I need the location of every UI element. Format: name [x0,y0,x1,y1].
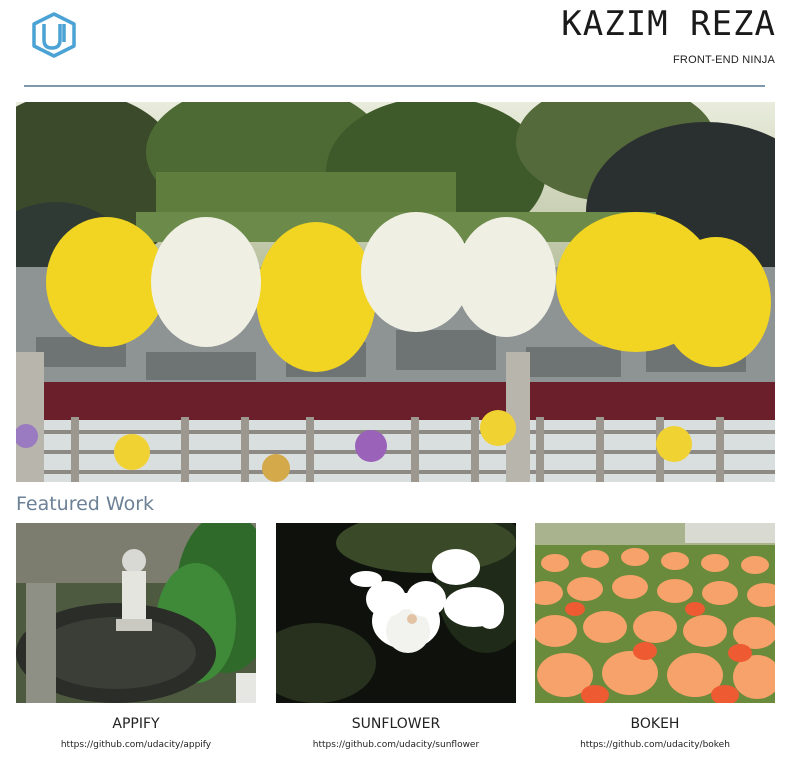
white-orchid-image[interactable] [276,523,516,703]
flower-garden-hero-image [16,102,775,482]
featured-work-heading: Featured Work [16,493,155,515]
udacity-logo-icon[interactable] [30,12,78,58]
project-title: BOKEH [630,716,680,732]
fountain-statue-image[interactable] [16,523,256,703]
project-card-appify: APPIFY https://github.com/udacity/appify [16,523,256,750]
site-owner-name: KAZIM REZA [561,4,776,44]
header-divider [24,85,765,87]
project-card-bokeh: BOKEH https://github.com/udacity/bokeh [535,523,775,750]
project-link[interactable]: https://github.com/udacity/appify [16,740,256,750]
project-link[interactable]: https://github.com/udacity/bokeh [535,740,775,750]
project-link[interactable]: https://github.com/udacity/sunflower [276,740,516,750]
project-title: APPIFY [112,716,160,732]
tulip-field-image[interactable] [535,523,775,703]
site-owner-subtitle: FRONT-END NINJA [673,54,775,66]
project-title: SUNFLOWER [351,716,441,732]
project-card-sunflower: SUNFLOWER https://github.com/udacity/sun… [276,523,516,750]
